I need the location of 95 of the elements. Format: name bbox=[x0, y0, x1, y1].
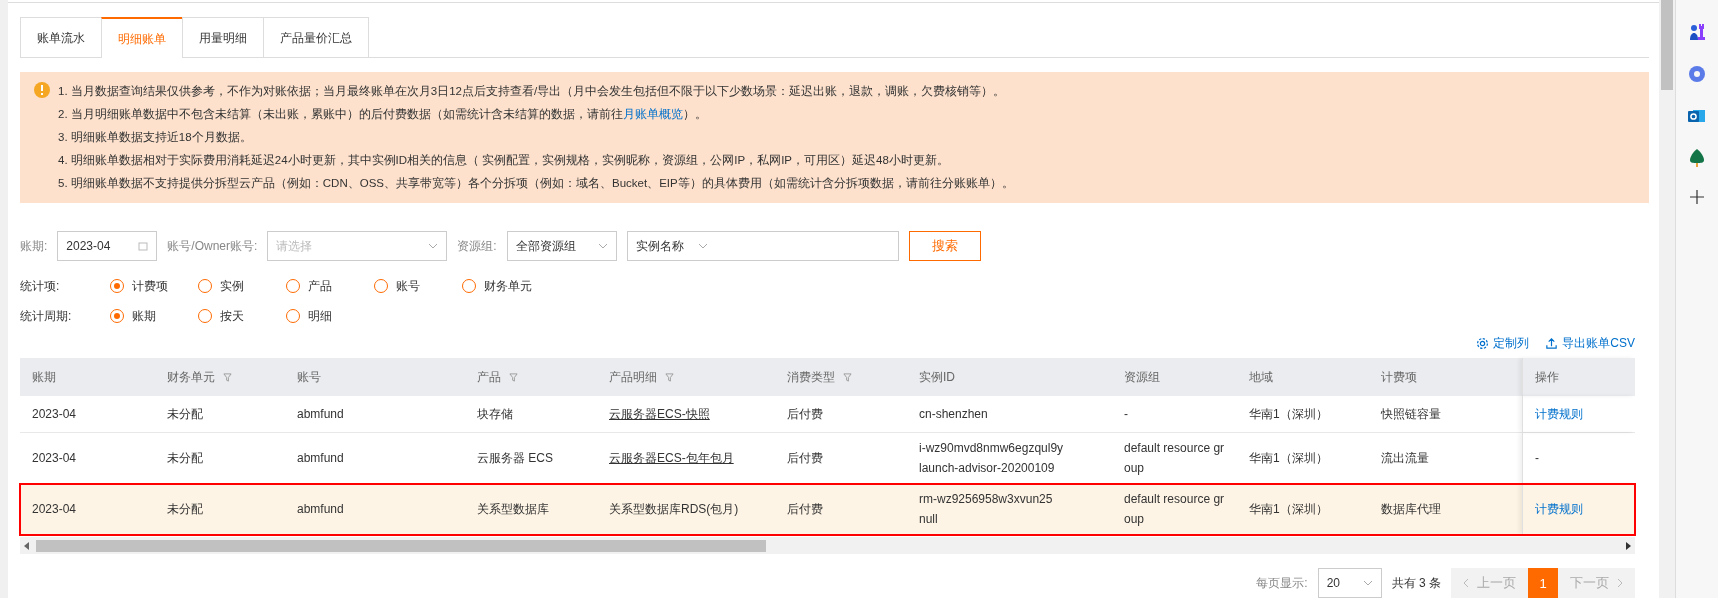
filter-icon[interactable] bbox=[223, 372, 232, 382]
chevron-left-icon bbox=[1463, 578, 1469, 588]
column-header: 实例ID bbox=[918, 368, 956, 386]
filter-icon[interactable] bbox=[665, 372, 674, 382]
vertical-scrollbar[interactable] bbox=[1659, 0, 1676, 598]
radio-option[interactable]: 实例 bbox=[198, 277, 286, 295]
column-header: 资源组 bbox=[1123, 368, 1161, 386]
radio-option[interactable]: 产品 bbox=[286, 277, 374, 295]
table-cell-text: 快照链容量 bbox=[1381, 406, 1442, 423]
table-cell-text: 未分配 bbox=[167, 406, 204, 423]
table-cell-text: - bbox=[1124, 406, 1129, 423]
page-size-select[interactable]: 20 bbox=[1317, 568, 1382, 598]
field-label: 账号/Owner账号: bbox=[167, 237, 258, 255]
product-link[interactable]: 云服务器ECS-包年包月 bbox=[609, 448, 763, 468]
field-label: 每页显示: bbox=[1256, 574, 1308, 592]
column-header: 消费类型 bbox=[775, 358, 907, 396]
column-header: 账号 bbox=[296, 368, 322, 386]
info-icon bbox=[34, 82, 50, 98]
table-cell-text: 华南1（深圳） bbox=[1249, 501, 1329, 518]
column-header: 产品 bbox=[465, 358, 597, 396]
search-field[interactable]: 实例名称 bbox=[626, 231, 899, 261]
table-cell-text: abmfund bbox=[297, 450, 345, 467]
notice-text: 3. 明细账单数据支持近18个月数据。 bbox=[58, 130, 253, 145]
notice-text: 5. 明细账单数据不支持提供分拆型云产品（例如：CDN、OSS、共享带宽等）各个分拆项（例如：域名、Bucket、EIP等）的具体费用（如需统计含分拆项数据，请前往分账账单）。 bbox=[58, 176, 1014, 191]
table-cell-text: default resource group bbox=[1124, 491, 1225, 528]
column-header: 操作 bbox=[1522, 358, 1635, 396]
table-cell-text: - bbox=[1535, 450, 1540, 467]
field-label: 账期: bbox=[20, 237, 48, 255]
table-cell-text: abmfund bbox=[297, 501, 345, 518]
table-cell-text: 2023-04 bbox=[32, 406, 78, 423]
field-label: 统计项: bbox=[20, 277, 61, 295]
rule-link[interactable]: 计费规则 bbox=[1535, 499, 1623, 519]
rule-link[interactable]: 计费规则 bbox=[1535, 404, 1623, 424]
table-cell-text: 未分配 bbox=[167, 501, 204, 518]
radio-option[interactable]: 财务单元 bbox=[462, 277, 550, 295]
radio-option[interactable]: 按天 bbox=[198, 307, 286, 325]
column-header: 财务单元 bbox=[155, 358, 285, 396]
filter-icon[interactable] bbox=[509, 372, 518, 382]
column-header: 计费项 bbox=[1380, 368, 1418, 386]
column-header: 产品明细 bbox=[597, 358, 775, 396]
chess-pieces-icon[interactable] bbox=[1687, 22, 1707, 42]
table-cell-text: abmfund bbox=[297, 406, 345, 423]
field-label: 资源组: bbox=[457, 237, 497, 255]
table-cell-text: 2023-04 bbox=[32, 501, 78, 518]
caret-icon bbox=[428, 243, 439, 249]
table-cell-text: 后付费 bbox=[787, 450, 824, 467]
column-header: 账期 bbox=[31, 368, 57, 386]
table-cell-text: default resource group bbox=[1124, 440, 1225, 477]
upload-icon bbox=[1545, 337, 1559, 350]
table-cell-text: 华南1（深圳） bbox=[1249, 406, 1329, 423]
export-link[interactable]: 导出账单CSV bbox=[1545, 335, 1635, 352]
table-cell-text: 数据库代理 bbox=[1381, 501, 1442, 518]
caret-icon bbox=[597, 243, 608, 249]
table-cell-text: i-wz90mvd8nmw6egzqul9y bbox=[919, 440, 1065, 457]
chevron-right-icon bbox=[1617, 578, 1623, 588]
radio-option[interactable]: 明细 bbox=[286, 307, 374, 325]
table-cell-text: 2023-04 bbox=[32, 450, 78, 467]
date-field[interactable]: 2023-04 bbox=[57, 231, 158, 261]
table-cell-text: null bbox=[919, 511, 939, 528]
table-cell-text: 关系型数据库RDS(包月) bbox=[609, 501, 740, 518]
table-cell-text: 关系型数据库 bbox=[477, 501, 550, 518]
horizontal-scrollbar[interactable] bbox=[20, 537, 1635, 554]
radio-option[interactable]: 计费项 bbox=[110, 277, 198, 295]
caret-icon bbox=[697, 243, 708, 249]
add-icon[interactable] bbox=[1690, 190, 1704, 204]
total-count: 共有 3 条 bbox=[1391, 574, 1441, 592]
ring-logo-icon[interactable] bbox=[1687, 64, 1707, 84]
product-link[interactable]: 云服务器ECS-快照 bbox=[609, 404, 763, 424]
gear-icon bbox=[1476, 337, 1490, 350]
filter-icon[interactable] bbox=[843, 372, 852, 382]
calendar-icon bbox=[138, 241, 149, 251]
table-cell-text: 后付费 bbox=[787, 501, 824, 518]
table-cell-text: 云服务器 ECS bbox=[477, 450, 554, 467]
table-cell-text: 块存储 bbox=[477, 406, 514, 423]
table-cell-text: 流出流量 bbox=[1381, 450, 1430, 467]
radio-option[interactable]: 账期 bbox=[110, 307, 198, 325]
caret-icon bbox=[1362, 580, 1373, 586]
notice-text: 2. 当月明细账单数据中不包含未结算（未出账，累账中）的后付费数据（如需统计含未结算的数据，请前往月账单概览）。 bbox=[58, 107, 708, 122]
table-cell-text: launch-advisor-20200109 bbox=[919, 460, 1056, 477]
tab[interactable]: 账单流水 bbox=[20, 17, 102, 57]
link[interactable]: 月账单概览 bbox=[622, 108, 683, 120]
customize-link[interactable]: 定制列 bbox=[1476, 335, 1530, 352]
table-cell-text: 未分配 bbox=[167, 450, 204, 467]
table-cell-text: rm-wz9256958w3xvun25 bbox=[919, 491, 1054, 508]
notice-text: 1. 当月数据查询结果仅供参考，不作为对账依据；当月最终账单在次月3日12点后支持查看/导出（月中会发生包括但不限于以下少数场景：延迟出账，退款，调账，欠费核销等）。 bbox=[58, 84, 1007, 99]
select-field[interactable]: 全部资源组 bbox=[506, 231, 617, 261]
column-header: 地域 bbox=[1248, 368, 1274, 386]
table-cell-text: cn-shenzhen bbox=[919, 406, 989, 423]
table-cell-text: 华南1（深圳） bbox=[1249, 450, 1329, 467]
notice-text: 4. 明细账单数据相对于实际费用消耗延迟24小时更新，其中实例ID相关的信息（ 实例配置，实例规格，实例昵称，资源组，公网IP，私网IP，可用区）延迟48小时更新。 bbox=[58, 153, 950, 168]
radio-option[interactable]: 账号 bbox=[374, 277, 462, 295]
field-label: 统计周期: bbox=[20, 307, 73, 325]
tab[interactable]: 产品量价汇总 bbox=[263, 17, 369, 57]
tree-icon[interactable] bbox=[1687, 148, 1707, 168]
table-cell-text: 后付费 bbox=[787, 406, 824, 423]
